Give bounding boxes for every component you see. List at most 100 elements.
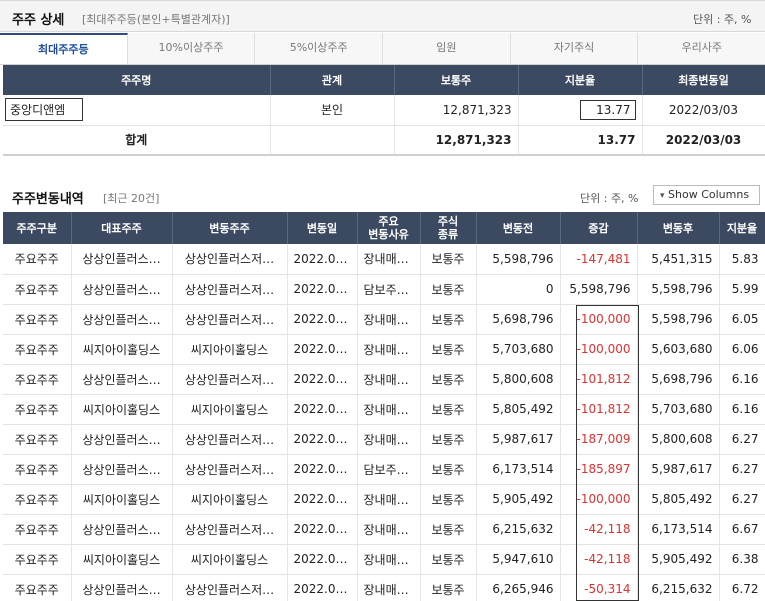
table-cell: 2022.03.29 — [287, 454, 358, 485]
table-cell: 상상인플러스… — [71, 424, 173, 455]
total-date: 2022/03/03 — [642, 125, 765, 156]
table-row[interactable]: 주요주주 씨지아이홀딩스 씨지아이홀딩스 2022.03.30 장내매… 보통주 5,805… — [3, 394, 765, 425]
table-cell: 2022.03.29 — [287, 424, 358, 455]
table-cell: 주요주주 — [3, 334, 72, 365]
table-cell: 2022.03.30 — [287, 364, 358, 395]
table-cell: 주요주주 — [3, 484, 72, 515]
table-row[interactable]: 주요주주 상상인플러스… 상상인플러스저… 2022.03.29 담보주… 보통주 6,17… — [3, 454, 765, 485]
tab-employee[interactable]: 우리사주 — [638, 33, 765, 64]
table-cell: 5,451,315 — [637, 244, 720, 275]
section-subtitle: [최근 20건] — [103, 192, 160, 205]
table-cell: -50,314 — [560, 574, 638, 601]
show-columns-dropdown[interactable]: ▾ Show Columns — [653, 185, 760, 205]
unit-label: 단위 : 주, % — [580, 192, 639, 205]
table-cell: 5,805,492 — [637, 484, 720, 515]
table-cell: 주요주주 — [3, 274, 72, 305]
col-header: 보통주 — [394, 65, 519, 95]
table-cell: 6.67 — [719, 514, 765, 545]
table-cell: 주요주주 — [3, 454, 72, 485]
table-cell: 상상인플러스… — [71, 574, 173, 601]
col-header: 변동일 — [287, 212, 358, 244]
show-columns-label: Show Columns — [668, 188, 750, 201]
tab-5pct[interactable]: 5%이상주주 — [255, 33, 384, 64]
shareholder-tabs: 최대주주등 10%이상주주 5%이상주주 임원 자기주식 우리사주 — [0, 33, 765, 65]
table-cell: 주요주주 — [3, 394, 72, 425]
total-common: 12,871,323 — [394, 125, 519, 156]
table-cell: 6,215,632 — [637, 574, 720, 601]
table-cell: 장내매… — [357, 394, 421, 425]
table-cell: 상상인플러스저… — [172, 244, 288, 275]
table-cell: 상상인플러스… — [71, 454, 173, 485]
table-cell: 5.83 — [719, 244, 765, 275]
col-header: 변동후 — [637, 212, 720, 244]
table-row[interactable]: 주요주주 씨지아이홀딩스 씨지아이홀딩스 2022.03.29 장내매… 보통주 5,905… — [3, 484, 765, 515]
tab-10pct[interactable]: 10%이상주주 — [128, 33, 256, 64]
table-cell: 5,987,617 — [637, 454, 720, 485]
col-header: 변동전 — [476, 212, 561, 244]
table-cell: 장내매… — [357, 334, 421, 365]
table-cell: 5,905,492 — [637, 544, 720, 575]
table-row[interactable]: 주요주주 상상인플러스… 상상인플러스저… 2022.06.23 장내매… 보통주 5,59… — [3, 244, 765, 275]
table-cell: 상상인플러스… — [71, 364, 173, 395]
table-row[interactable]: 주요주주 씨지아이홀딩스 씨지아이홀딩스 2022.04.01 장내매… 보통주 5,703… — [3, 334, 765, 365]
tab-largest[interactable]: 최대주주등 — [0, 33, 128, 64]
table-cell: -42,118 — [560, 514, 638, 545]
table-cell: 주요주주 — [3, 514, 72, 545]
table-cell: 보통주 — [420, 544, 477, 575]
table-cell: 2022.03.30 — [287, 394, 358, 425]
shareholder-name[interactable]: 중앙디앤엠 — [5, 98, 83, 122]
table-cell: 상상인플러스… — [71, 304, 173, 335]
table-row[interactable]: 주요주주 씨지아이홀딩스 씨지아이홀딩스 2022.03.28 장내매… 보통주 5,947… — [3, 544, 765, 575]
table-cell: 상상인플러스저… — [172, 364, 288, 395]
table-cell: 6.16 — [719, 394, 765, 425]
table-row[interactable]: 주요주주 상상인플러스… 상상인플러스저… 2022.06.20 담보주… 보통주 0 5,5… — [3, 274, 765, 305]
table-cell: 보통주 — [420, 334, 477, 365]
table-cell: 씨지아이홀딩스 — [172, 394, 288, 425]
table-cell: 5,598,796 — [637, 274, 720, 305]
table-cell: 주요주주 — [3, 304, 72, 335]
col-header: 주주명 — [3, 65, 271, 95]
table-cell: 상상인플러스저… — [172, 454, 288, 485]
ratio-cell[interactable]: 13.77 — [579, 99, 636, 120]
table-cell: 5,598,796 — [476, 244, 561, 275]
table-cell: 상상인플러스저… — [172, 574, 288, 601]
table-cell: 2022.03.28 — [287, 514, 358, 545]
col-header: 지분율 — [518, 65, 643, 95]
tab-executives[interactable]: 임원 — [383, 33, 511, 64]
table-cell: 보통주 — [420, 574, 477, 601]
tab-treasury[interactable]: 자기주식 — [511, 33, 639, 64]
table-cell: 주요주주 — [3, 544, 72, 575]
col-header: 대표주주 — [71, 212, 173, 244]
table-cell: 5,698,796 — [476, 304, 561, 335]
shareholder-change-header: 주주변동내역 [최근 20건] 단위 : 주, % — [0, 180, 765, 212]
table-cell: 상상인플러스저… — [172, 514, 288, 545]
table-cell: 보통주 — [420, 394, 477, 425]
table-cell: 담보주… — [357, 274, 421, 305]
table-row[interactable]: 주요주주 상상인플러스… 상상인플러스저… 2022.03.29 장내매… 보통주 5,98… — [3, 424, 765, 455]
table-cell: 2022.03.25 — [287, 574, 358, 601]
table-cell: 6.27 — [719, 484, 765, 515]
table-cell: 2022.04.01 — [287, 304, 358, 335]
table-row[interactable]: 주요주주 상상인플러스… 상상인플러스저… 2022.03.30 장내매… 보통주 5,80… — [3, 364, 765, 395]
table-row[interactable]: 주요주주 상상인플러스… 상상인플러스저… 2022.03.28 장내매… 보통주 6,21… — [3, 514, 765, 545]
table-header-row: 주주구분 대표주주 변동주주 변동일 주요 변동사유 주식 종류 변동전 증감 변동후 지분율 — [3, 212, 765, 244]
section-title: 주주변동내역 — [12, 192, 84, 207]
table-cell: 장내매… — [357, 304, 421, 335]
table-cell: 6.27 — [719, 454, 765, 485]
table-cell: 2022.06.23 — [287, 244, 358, 275]
table-row[interactable]: 주요주주 상상인플러스… 상상인플러스저… 2022.04.01 장내매… 보통주 5,69… — [3, 304, 765, 335]
table-header-row: 주주명 관계 보통주 지분율 최종변동일 — [3, 65, 765, 95]
table-cell: 5,987,617 — [476, 424, 561, 455]
table-cell: 2022.04.01 — [287, 334, 358, 365]
col-header: 관계 — [270, 65, 395, 95]
table-row[interactable]: 중앙디앤엠 본인 12,871,323 13.77 2022/03/03 — [3, 95, 765, 126]
table-cell: 보통주 — [420, 244, 477, 275]
table-cell: 5,947,610 — [476, 544, 561, 575]
table-cell: 씨지아이홀딩스 — [172, 544, 288, 575]
table-cell: 상상인플러스저… — [172, 304, 288, 335]
table-cell: -100,000 — [560, 484, 638, 515]
table-cell: 5,905,492 — [476, 484, 561, 515]
table-cell: 5,800,608 — [637, 424, 720, 455]
col-header: 주주구분 — [3, 212, 72, 244]
table-row[interactable]: 주요주주 상상인플러스… 상상인플러스저… 2022.03.25 장내매… 보통주 6,26… — [3, 574, 765, 601]
